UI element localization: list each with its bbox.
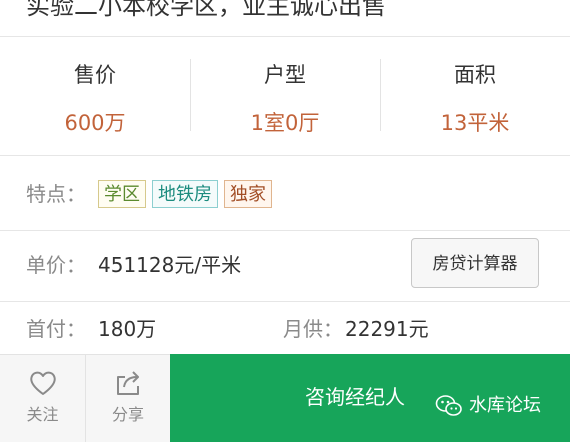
features-label: 特点： [26,182,86,206]
spec-value: 600万 [64,111,126,135]
watermark: 水库论坛 [435,394,541,418]
feature-tag-metro: 地铁房 [152,180,218,208]
spec-area: 面积 13平米 [380,37,570,155]
feature-tag-exclusive: 独家 [224,180,272,208]
spec-summary: 售价 600万 户型 1室0厅 面积 13平米 [0,37,570,156]
spec-layout: 户型 1室0厅 [190,37,380,155]
spec-label: 户型 [264,63,306,87]
payment-row: 首付： 180万 月供： 22291元 [0,302,570,354]
contact-agent-label: 咨询经纪人 [305,385,405,409]
listing-title: 实验二小本校学区，业主诚心出售 [26,0,386,20]
spec-label: 面积 [454,63,496,87]
feature-tags: 学区 地铁房 独家 [98,180,272,208]
features-row: 特点： 学区 地铁房 独家 [0,156,570,231]
mortgage-calculator-button[interactable]: 房贷计算器 [411,238,539,288]
share-icon [117,371,139,395]
listing-title-strip: 实验二小本校学区，业主诚心出售 [0,0,570,37]
watermark-text: 水库论坛 [469,395,541,416]
spec-value: 1室0厅 [250,111,320,135]
wechat-icon [435,395,462,416]
spec-price: 售价 600万 [0,37,190,155]
feature-tag-school-district: 学区 [98,180,146,208]
down-payment-value: 180万 [98,317,157,341]
follow-button[interactable]: 关注 [0,354,85,442]
unit-price-row: 单价： 451128元/平米 房贷计算器 [0,231,570,302]
heart-icon [29,371,56,395]
spec-value: 13平米 [440,111,510,135]
spec-label: 售价 [74,63,116,87]
down-payment-label: 首付： [26,317,86,341]
follow-label: 关注 [26,405,59,424]
share-button[interactable]: 分享 [85,354,170,442]
monthly-payment-label: 月供： [283,317,343,341]
monthly-payment-value: 22291元 [345,317,429,341]
share-label: 分享 [111,405,144,424]
contact-agent-button[interactable]: 咨询经纪人 水库论坛 [170,354,570,442]
unit-price-value: 451128元/平米 [98,253,242,277]
bottom-action-bar: 关注 分享 咨询经纪人 水库论坛 [0,354,570,442]
unit-price-label: 单价： [26,253,86,277]
